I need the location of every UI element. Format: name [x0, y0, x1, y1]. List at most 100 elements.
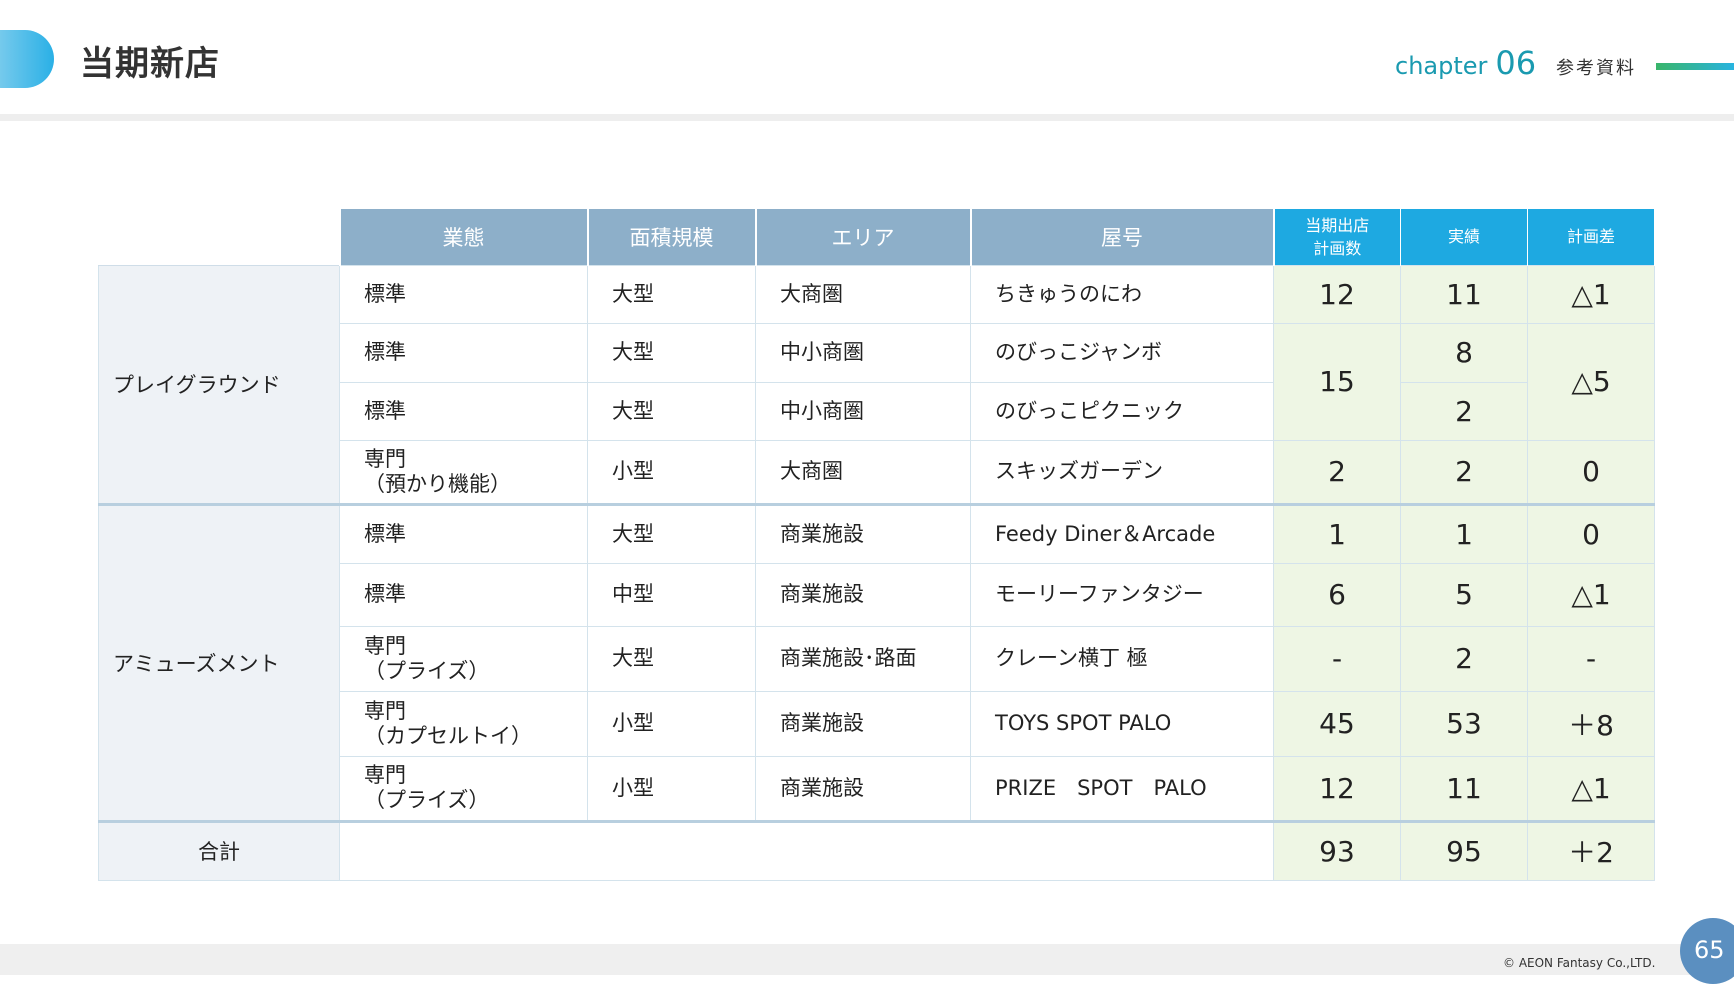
chapter-label: chapter [1395, 52, 1488, 80]
cell-actual: 1 [1400, 502, 1528, 564]
copyright: © AEON Fantasy Co.,LTD. [1503, 956, 1656, 970]
cell-type-main: 専門 [364, 446, 406, 471]
footer-band [0, 944, 1734, 975]
cell-type-sub: （カプセルトイ） [364, 723, 532, 748]
chapter-number: 06 [1495, 44, 1537, 82]
cell-scale: 大型 [587, 625, 756, 692]
cell-actual: 5 [1400, 562, 1528, 627]
cell-area: 中小商圏 [755, 381, 971, 441]
section-label: 参考資料 [1556, 58, 1636, 79]
cell-area: 大商圏 [755, 439, 971, 505]
cell-scale: 大型 [587, 322, 756, 383]
cell-scale: 大型 [587, 502, 756, 564]
cell-scale: 中型 [587, 562, 756, 627]
cell-actual: 2 [1400, 625, 1528, 692]
cell-type: 専門 （プライズ） [339, 755, 588, 822]
total-label: 合計 [98, 819, 340, 881]
cell-type: 標準 [339, 264, 588, 324]
header-divider [0, 114, 1734, 121]
cell-store-name: クレーン横丁 極 [970, 625, 1274, 692]
cell-type-main: 専門 [364, 763, 406, 787]
cell-area: 商業施設 [755, 502, 971, 564]
header-difference: 計画差 [1527, 209, 1655, 265]
cell-store-name: モーリーファンタジー [970, 562, 1274, 627]
cell-diff: △1 [1527, 264, 1655, 324]
cell-store-name: PRIZE SPOT PALO [970, 755, 1274, 822]
cell-actual: 11 [1400, 755, 1528, 822]
cell-plan: 12 [1273, 755, 1401, 822]
total-plan: 93 [1273, 819, 1401, 881]
page-header: 当期新店 chapter 06 参考資料 [0, 0, 1734, 121]
cell-actual: 8 [1400, 322, 1528, 383]
header-plan: 当期出店 計画数 [1273, 209, 1401, 265]
cell-plan: 2 [1273, 439, 1401, 505]
header-actual: 実績 [1400, 209, 1528, 265]
cell-diff: - [1527, 625, 1655, 692]
total-spacer [339, 819, 1274, 881]
cell-type: 標準 [339, 562, 588, 627]
cell-store-name: のびっこピクニック [970, 381, 1274, 441]
cell-store-name: Feedy Diner＆Arcade [970, 502, 1274, 564]
group-label-playground: プレイグラウンド [98, 264, 340, 505]
header-area-scale: 面積規模 [586, 209, 757, 265]
total-actual: 95 [1400, 819, 1528, 881]
cell-area: 商業施設 [755, 690, 971, 757]
cell-plan: 12 [1273, 264, 1401, 324]
cell-diff: ＋8 [1527, 690, 1655, 757]
cell-type-sub: （プライズ） [364, 658, 490, 683]
cell-plan: 1 [1273, 502, 1401, 564]
cell-type: 専門 （プライズ） [339, 625, 588, 692]
cell-store-name: のびっこジャンボ [970, 322, 1274, 383]
cell-area: 商業施設･路面 [755, 625, 971, 692]
cell-plan: 45 [1273, 690, 1401, 757]
cell-area: 商業施設 [755, 562, 971, 627]
cell-scale: 小型 [587, 755, 756, 822]
cell-diff: 0 [1527, 439, 1655, 505]
header-store-name: 屋号 [969, 209, 1275, 265]
cell-actual: 2 [1400, 439, 1528, 505]
cell-diff: △1 [1527, 562, 1655, 627]
total-row: 合計 93 95 ＋2 [98, 819, 1655, 881]
cell-type: 専門 （預かり機能） [339, 439, 588, 505]
group-label-amusement: アミューズメント [98, 502, 340, 822]
header-business-type: 業態 [338, 209, 589, 265]
cell-area: 商業施設 [755, 755, 971, 822]
total-diff: ＋2 [1527, 819, 1655, 881]
cell-scale: 小型 [587, 439, 756, 505]
cell-type-main: 専門 [364, 633, 406, 658]
cell-area: 大商圏 [755, 264, 971, 324]
header-blank-cell [98, 209, 340, 266]
header-plan-line2: 計画数 [1313, 238, 1362, 258]
cell-store-name: スキッズガーデン [970, 439, 1274, 505]
cell-scale: 小型 [587, 690, 756, 757]
cell-type-sub: （プライズ） [364, 788, 490, 812]
header-area: エリア [754, 209, 972, 265]
header-plan-line1: 当期出店 [1305, 215, 1370, 235]
cell-plan: - [1273, 625, 1401, 692]
table-row: プレイグラウンド 標準 大型 大商圏 ちきゅうのにわ 12 11 △1 [98, 264, 1655, 505]
cell-actual: 2 [1400, 381, 1528, 441]
cell-type-sub: （預かり機能） [364, 471, 511, 496]
new-stores-table: 業態 面積規模 エリア 屋号 当期出店計画数 実績 計画差 プレイグラウンド 標… [98, 209, 1655, 881]
cell-actual: 53 [1400, 690, 1528, 757]
section-accent-line [1656, 63, 1734, 70]
cell-type: 専門 （カプセルトイ） [339, 690, 588, 757]
cell-type: 標準 [339, 381, 588, 441]
page-number: 65 [1694, 936, 1725, 964]
cell-type: 標準 [339, 322, 588, 383]
cell-store-name: TOYS SPOT PALO [970, 690, 1274, 757]
cell-plan: 6 [1273, 562, 1401, 627]
title-accent-tab [0, 30, 54, 88]
cell-type: 標準 [339, 502, 588, 564]
table-row: アミューズメント 標準 大型 商業施設 Feedy Diner＆Arcade 1… [98, 502, 1655, 822]
cell-scale: 大型 [587, 381, 756, 441]
chapter-indicator: chapter 06 [1395, 44, 1536, 82]
cell-diff: △5 [1527, 322, 1655, 441]
cell-store-name: ちきゅうのにわ [970, 264, 1274, 324]
cell-actual: 11 [1400, 264, 1528, 324]
cell-type-main: 専門 [364, 698, 406, 723]
table-header-row: 業態 面積規模 エリア 屋号 当期出店計画数 実績 計画差 [98, 209, 1655, 266]
cell-scale: 大型 [587, 264, 756, 324]
cell-area: 中小商圏 [755, 322, 971, 383]
cell-diff: 0 [1527, 502, 1655, 564]
